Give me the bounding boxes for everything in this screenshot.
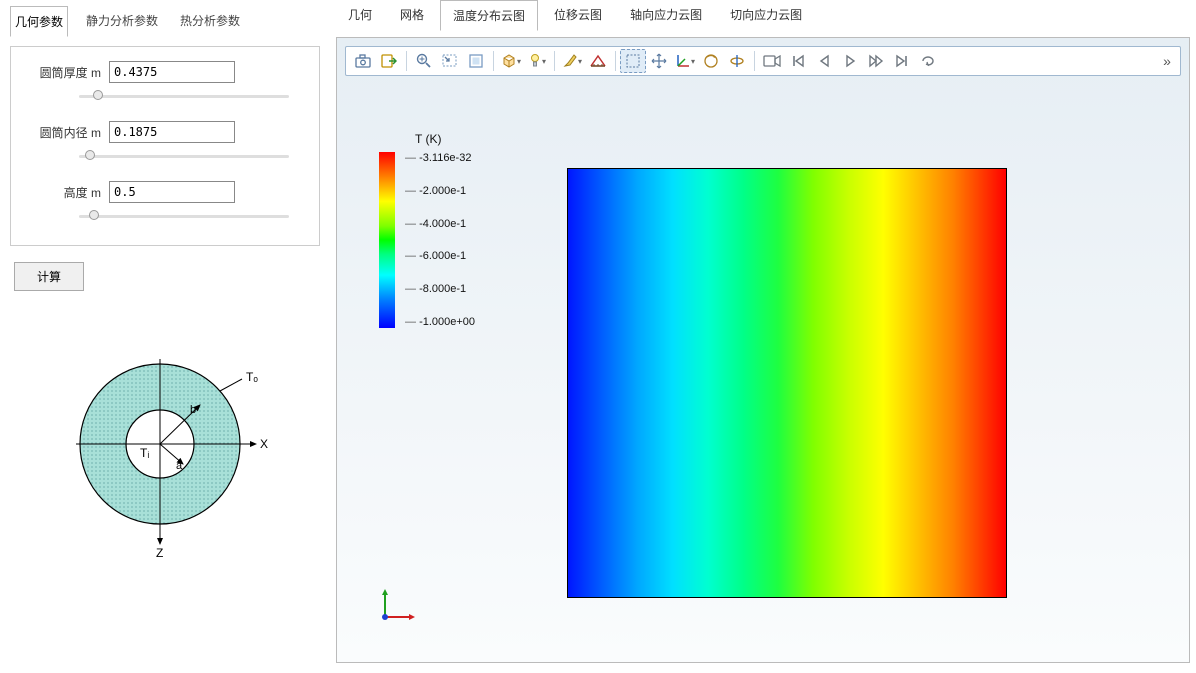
thickness-label: 圆筒厚度 m: [29, 64, 101, 81]
diagram-Z-label: Z: [156, 546, 163, 559]
inner-radius-label: 圆筒内径 m: [29, 124, 101, 141]
legend-tick: -4.000e-1: [405, 218, 475, 230]
play-icon[interactable]: [837, 49, 863, 73]
diagram-Ti-label: Tᵢ: [140, 446, 149, 460]
legend-tick: -8.000e-1: [405, 283, 475, 295]
prev-frame-icon[interactable]: [811, 49, 837, 73]
legend-tick: -2.000e-1: [405, 185, 475, 197]
diagram-a-label: a: [176, 460, 183, 472]
tab-label: 静力分析参数: [86, 14, 158, 28]
height-input[interactable]: [109, 181, 235, 203]
thickness-input[interactable]: [109, 61, 235, 83]
export-icon[interactable]: [376, 49, 402, 73]
cube-icon[interactable]: ▾: [498, 49, 524, 73]
toolbar-expand-icon[interactable]: »: [1158, 53, 1176, 69]
inner-radius-input[interactable]: [109, 121, 235, 143]
colorbar: [379, 152, 395, 328]
inner-radius-slider[interactable]: [79, 149, 289, 163]
legend-tick: -1.000e+00: [405, 316, 475, 328]
zoom-icon[interactable]: [411, 49, 437, 73]
thickness-slider[interactable]: [79, 89, 289, 103]
tab-tangential-stress-plot[interactable]: 切向应力云图: [718, 0, 814, 31]
last-frame-icon[interactable]: [889, 49, 915, 73]
legend-title: T (K): [415, 132, 475, 146]
legend-tick: -6.000e-1: [405, 250, 475, 262]
right-tab-strip: 几何 网格 温度分布云图 位移云图 轴向应力云图 切向应力云图: [336, 0, 1190, 31]
diagram-To-label: Tₒ: [246, 370, 258, 384]
tab-static-params[interactable]: 静力分析参数: [82, 6, 162, 37]
colorbar-legend: T (K) -3.116e-32 -2.000e-1 -4.000e-1 -6.…: [379, 132, 475, 328]
tab-geometry[interactable]: 几何: [336, 0, 384, 31]
tab-displacement-plot[interactable]: 位移云图: [542, 0, 614, 31]
video-camera-icon[interactable]: [759, 49, 785, 73]
fit-icon[interactable]: [463, 49, 489, 73]
tab-label: 温度分布云图: [453, 9, 525, 23]
calculate-button-label: 计算: [37, 270, 61, 284]
camera-icon[interactable]: [350, 49, 376, 73]
tab-mesh[interactable]: 网格: [388, 0, 436, 31]
diagram-X-label: X: [260, 437, 268, 451]
ruler-icon[interactable]: [585, 49, 611, 73]
first-frame-icon[interactable]: [785, 49, 811, 73]
tab-axial-stress-plot[interactable]: 轴向应力云图: [618, 0, 714, 31]
tab-temperature-plot[interactable]: 温度分布云图: [440, 0, 538, 31]
left-tab-strip: 几何参数 静力分析参数 热分析参数: [10, 6, 320, 38]
tab-label: 热分析参数: [180, 14, 240, 28]
tab-geometry-params[interactable]: 几何参数: [10, 6, 68, 37]
select-box-icon[interactable]: [620, 49, 646, 73]
calculate-button[interactable]: 计算: [14, 262, 84, 291]
height-label: 高度 m: [29, 184, 101, 201]
tab-label: 轴向应力云图: [630, 8, 702, 22]
legend-tick: -3.116e-32: [405, 152, 475, 164]
tab-thermal-params[interactable]: 热分析参数: [176, 6, 244, 37]
pan-icon[interactable]: [646, 49, 672, 73]
tab-label: 网格: [400, 8, 424, 22]
height-slider[interactable]: [79, 209, 289, 223]
loop-icon[interactable]: [915, 49, 941, 73]
temperature-contour-plot: [567, 168, 1007, 598]
orbit-icon[interactable]: [698, 49, 724, 73]
tab-label: 几何参数: [15, 15, 63, 29]
tab-label: 几何: [348, 8, 372, 22]
orientation-triad: [377, 585, 417, 628]
zoom-box-icon[interactable]: [437, 49, 463, 73]
geometry-diagram: Tₒ Tᵢ a b X Z: [70, 349, 270, 562]
tab-label: 切向应力云图: [730, 8, 802, 22]
axes-icon[interactable]: ▾: [672, 49, 698, 73]
orbit-constrained-icon[interactable]: [724, 49, 750, 73]
diagram-b-label: b: [190, 404, 196, 416]
plot-viewer: ▾ ▾ ▾ ▾ »: [336, 37, 1190, 663]
geometry-param-panel: 圆筒厚度 m 圆筒内径 m 高度 m: [10, 46, 320, 246]
tab-label: 位移云图: [554, 8, 602, 22]
light-icon[interactable]: ▾: [524, 49, 550, 73]
brush-icon[interactable]: ▾: [559, 49, 585, 73]
viewer-toolbar: ▾ ▾ ▾ ▾ »: [345, 46, 1181, 76]
play-fwd-icon[interactable]: [863, 49, 889, 73]
